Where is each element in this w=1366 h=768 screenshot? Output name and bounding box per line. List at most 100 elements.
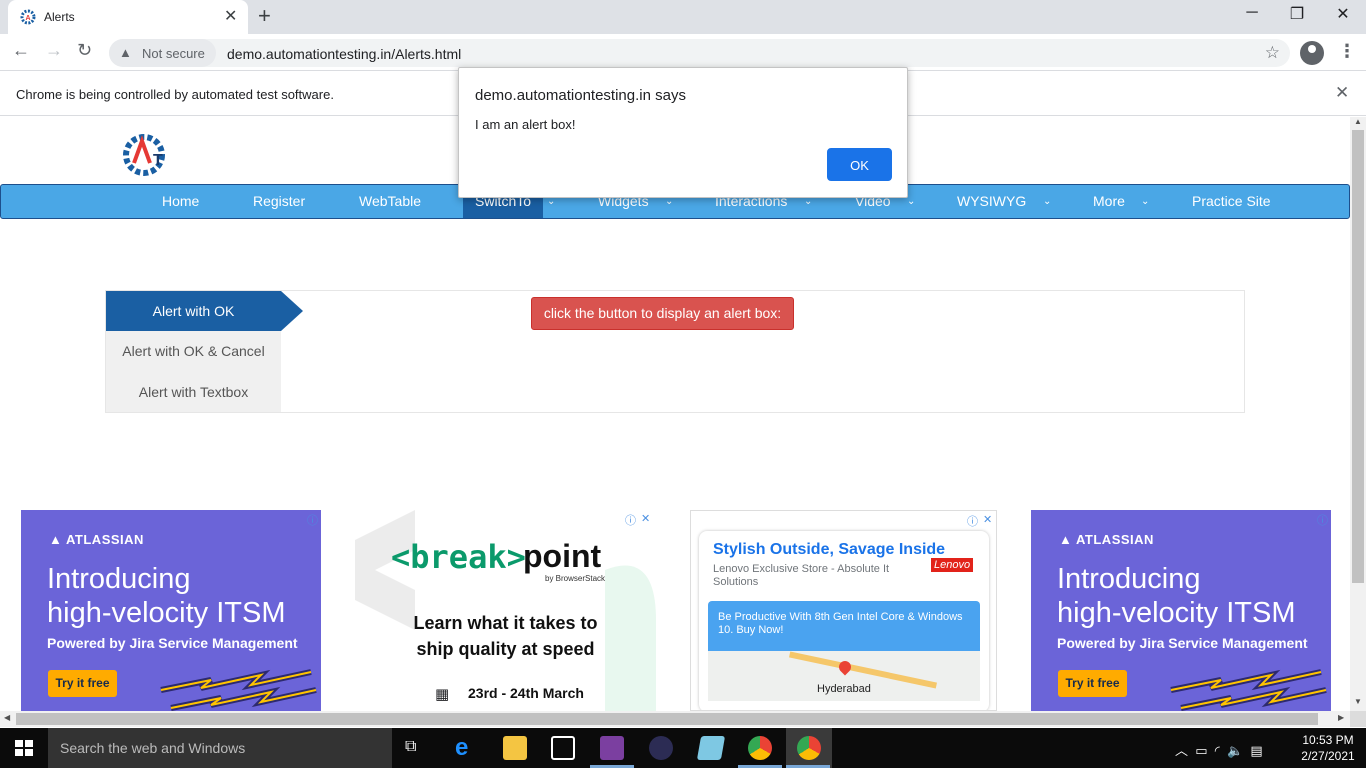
active-tab-arrow — [281, 291, 303, 331]
chrome-icon[interactable] — [797, 736, 821, 760]
chevron-down-icon: ⌄ — [1043, 196, 1052, 207]
adchoices-icon[interactable]: ⓘ — [1317, 512, 1328, 528]
profile-avatar-icon[interactable] — [1300, 41, 1324, 65]
nav-home[interactable]: Home — [162, 185, 199, 218]
window-close-icon[interactable]: ✕ — [1320, 4, 1366, 24]
lenovo-logo: Lenovo — [931, 558, 974, 572]
ad-close-icon[interactable]: ✕ — [641, 512, 650, 525]
windows-taskbar: Search the web and Windows ⧉ e ︿ ▭ ◜ 🔈 ▤… — [0, 728, 1366, 768]
ad-headline: Introducing high-velocity ITSM — [1057, 563, 1296, 629]
warning-icon: ▲ — [119, 45, 132, 60]
nav-register[interactable]: Register — [253, 185, 305, 218]
system-tray-icons[interactable]: ︿ ▭ ◜ 🔈 ▤ — [1175, 740, 1263, 759]
tab-close-icon[interactable]: ✕ — [224, 6, 237, 26]
reload-icon[interactable]: ↻ — [77, 40, 92, 61]
browser-toolbar: ← → ↻ ▲ Not secure demo.automationtestin… — [0, 34, 1366, 71]
new-tab-icon[interactable]: + — [258, 3, 271, 29]
browser-menu-icon[interactable]: ⋮ — [1338, 41, 1356, 62]
store-icon[interactable] — [551, 736, 575, 760]
ad-line-2: ship quality at speed — [416, 639, 595, 659]
minimize-icon[interactable]: ─ — [1229, 4, 1275, 22]
ad-cta-button[interactable]: Try it free — [1058, 670, 1127, 697]
dialog-title: demo.automationtesting.in says — [475, 87, 686, 104]
ad-subtitle: Lenovo Exclusive Store - Absolute It Sol… — [713, 563, 890, 588]
taskbar-clock[interactable]: 10:53 PM 2/27/2021 — [1300, 732, 1356, 764]
svg-text:T: T — [153, 152, 163, 169]
nav-more[interactable]: More — [1093, 185, 1125, 218]
ad-subtitle: Powered by Jira Service Management — [47, 635, 298, 651]
ad-breakpoint[interactable]: <break> point by BrowserStack Learn what… — [355, 510, 656, 711]
adchoices-icon[interactable]: ⓘ — [307, 512, 318, 528]
ad-atlassian-left[interactable]: ▲ ATLASSIAN Introducing high-velocity ITS… — [21, 510, 321, 711]
clock-time: 10:53 PM — [1302, 733, 1354, 747]
scroll-left-icon[interactable]: ◀ — [4, 713, 10, 722]
nav-practice-site[interactable]: Practice Site — [1192, 185, 1271, 218]
url-text[interactable]: demo.automationtesting.in/Alerts.html — [227, 46, 461, 62]
tab-alert-ok[interactable]: Alert with OK — [106, 291, 281, 331]
site-logo: T — [123, 134, 165, 176]
infobar-close-icon[interactable]: ✕ — [1335, 83, 1349, 103]
ad-promo[interactable]: Be Productive With 8th Gen Intel Core & … — [708, 601, 980, 651]
horizontal-scrollbar[interactable]: ◀ ▶ — [0, 711, 1350, 727]
file-explorer-icon[interactable] — [503, 736, 527, 760]
browser-tab[interactable]: A Alerts ✕ — [8, 0, 248, 34]
site-favicon-icon: A — [20, 9, 36, 25]
alert-tabs: Alert with OK Alert with OK & Cancel Ale… — [106, 291, 281, 412]
ad-line-1: Learn what it takes to — [413, 613, 598, 633]
taskbar-search-placeholder: Search the web and Windows — [60, 740, 246, 756]
adchoices-icon[interactable]: ⓘ — [967, 513, 978, 529]
ad-headline[interactable]: Stylish Outside, Savage Inside — [713, 541, 945, 559]
vertical-scrollbar[interactable]: ▲ ▼ — [1350, 117, 1366, 711]
back-icon[interactable]: ← — [12, 40, 30, 61]
chrome-icon[interactable] — [748, 736, 772, 760]
edge-icon[interactable]: e — [455, 736, 479, 760]
nav-webtable[interactable]: WebTable — [359, 185, 421, 218]
lightning-graphic — [160, 669, 317, 711]
tab-alert-textbox[interactable]: Alert with Textbox — [106, 372, 281, 412]
adchoices-icon[interactable]: ⓘ — [625, 512, 636, 528]
horizontal-scroll-thumb[interactable] — [16, 713, 1318, 725]
infobar-text: Chrome is being controlled by automated … — [16, 87, 334, 102]
vertical-scroll-thumb[interactable] — [1352, 130, 1364, 583]
calendar-icon: ▦ — [435, 686, 450, 703]
breakpoint-logo-text: <break> — [391, 538, 526, 576]
tab-alert-ok-cancel[interactable]: Alert with OK & Cancel — [106, 331, 281, 371]
display-alert-button[interactable]: click the button to display an alert box… — [531, 297, 794, 330]
ad-card[interactable]: Stylish Outside, Savage Inside Lenovo Ex… — [699, 531, 989, 710]
svg-text:A: A — [25, 15, 30, 22]
address-bar[interactable]: ▲ Not secure demo.automationtesting.in/A… — [109, 39, 1290, 67]
windows-start-icon[interactable] — [15, 740, 33, 756]
bookmark-star-icon[interactable]: ☆ — [1265, 43, 1280, 63]
alert-dialog: demo.automationtesting.in says I am an a… — [458, 67, 908, 198]
lightning-graphic — [1170, 669, 1327, 711]
dialog-ok-button[interactable]: OK — [827, 148, 892, 181]
ad-close-icon[interactable]: ✕ — [983, 513, 992, 526]
browserstack-label: by BrowserStack — [545, 574, 606, 583]
chevron-down-icon: ⌄ — [907, 196, 916, 207]
ad-lenovo[interactable]: ⓘ ✕ Stylish Outside, Savage Inside Lenov… — [690, 510, 997, 711]
scroll-right-icon[interactable]: ▶ — [1338, 713, 1344, 722]
forward-icon[interactable]: → — [45, 40, 63, 61]
taskbar-search-box[interactable]: Search the web and Windows — [48, 728, 392, 768]
nav-wysiwyg[interactable]: WYSIWYG — [957, 185, 1026, 218]
map-city-label: Hyderabad — [817, 683, 871, 695]
scroll-down-icon[interactable]: ▼ — [1354, 697, 1362, 706]
page-content: T Home Register WebTable SwitchTo ⌄ Widg… — [0, 117, 1350, 711]
ad-date: 23rd - 24th March — [468, 685, 584, 701]
ad-subtitle: Powered by Jira Service Management — [1057, 635, 1308, 651]
ad-map[interactable]: Hyderabad — [708, 651, 980, 701]
tab-strip: A Alerts ✕ + ─ ❐ ✕ — [0, 0, 1366, 34]
ad-cta-button[interactable]: Try it free — [48, 670, 117, 697]
ad-atlassian-right[interactable]: ▲ ATLASSIAN Introducing high-velocity ITS… — [1031, 510, 1331, 711]
winrar-icon[interactable] — [600, 736, 624, 760]
eclipse-icon[interactable] — [649, 736, 673, 760]
task-view-icon[interactable]: ⧉ — [405, 738, 416, 756]
notepad-icon[interactable] — [696, 736, 726, 760]
restore-icon[interactable]: ❐ — [1274, 4, 1320, 24]
chevron-down-icon: ⌄ — [1141, 196, 1150, 207]
security-indicator[interactable]: ▲ Not secure — [109, 39, 216, 67]
ad-brand: ▲ ATLASSIAN — [1059, 532, 1154, 547]
clock-date: 2/27/2021 — [1301, 749, 1355, 763]
scroll-up-icon[interactable]: ▲ — [1354, 117, 1362, 126]
dialog-message: I am an alert box! — [475, 117, 576, 132]
